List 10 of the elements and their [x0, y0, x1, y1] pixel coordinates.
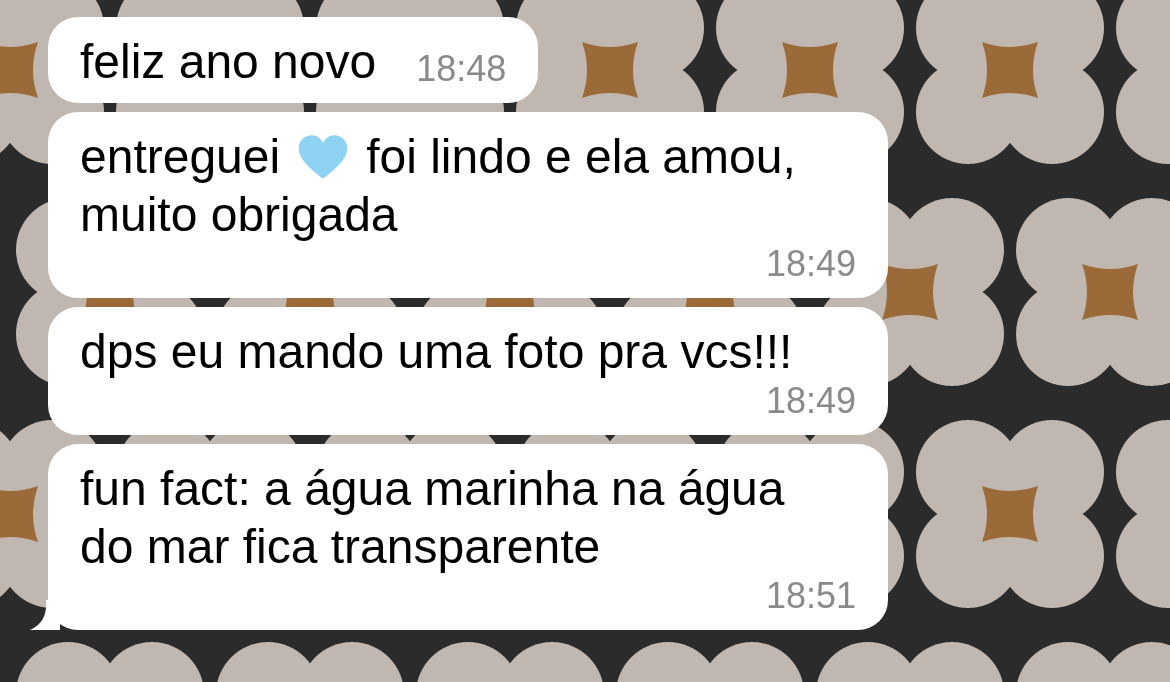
message-time: 18:51 [765, 576, 856, 618]
message-text: fun fact: a água marinha na água do mar fica transparente [80, 461, 786, 575]
message-text: dps eu mando uma foto pra vcs!!! [80, 324, 793, 380]
message-text: foi lindo e ela amou, [366, 129, 796, 185]
message-text: muito obrigada [80, 187, 398, 243]
message-text: feliz ano novo [80, 34, 377, 90]
message-text: entreguei [80, 129, 281, 185]
message-time: 18:49 [765, 244, 856, 286]
message-time: 18:48 [416, 49, 507, 91]
message-time: 18:49 [765, 381, 856, 423]
